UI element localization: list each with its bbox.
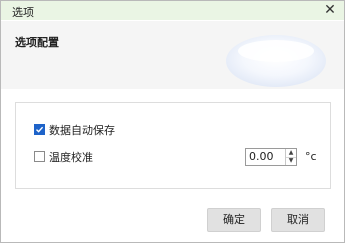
header-banner: 选项配置 [1, 21, 344, 89]
options-dialog: 选项 ✕ 选项配置 数据自动保存 温度校准 0.00 ▲ ▼ °c 确定 取消 [0, 0, 345, 243]
temp-calibration-checkbox[interactable] [34, 151, 45, 162]
stepper-down-icon[interactable]: ▼ [286, 157, 296, 165]
options-group: 数据自动保存 温度校准 0.00 ▲ ▼ °c [15, 102, 331, 189]
close-icon[interactable]: ✕ [322, 2, 338, 18]
auto-save-label: 数据自动保存 [49, 124, 115, 137]
decorative-cloud-icon [226, 35, 326, 87]
stepper-buttons: ▲ ▼ [285, 149, 296, 165]
temp-unit-label: °c [305, 150, 317, 163]
header-title: 选项配置 [15, 36, 59, 49]
ok-button[interactable]: 确定 [207, 208, 261, 232]
cancel-button[interactable]: 取消 [271, 208, 325, 232]
temp-calibration-stepper[interactable]: 0.00 ▲ ▼ [245, 148, 297, 166]
check-icon [36, 126, 44, 133]
temp-calibration-value[interactable]: 0.00 [249, 150, 274, 163]
auto-save-checkbox[interactable] [34, 124, 45, 135]
dialog-title: 选项 [12, 6, 34, 19]
title-bar: 选项 ✕ [1, 1, 344, 20]
temp-calibration-label: 温度校准 [49, 151, 93, 164]
